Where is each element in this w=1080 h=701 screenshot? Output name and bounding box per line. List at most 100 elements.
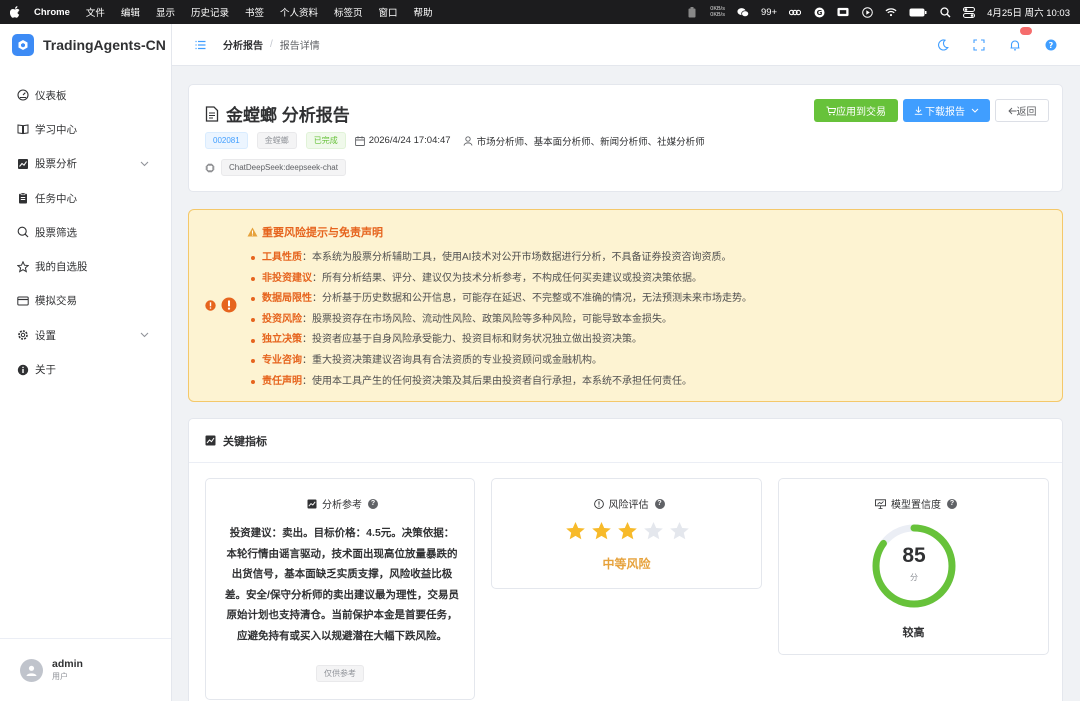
warning-circle-icon	[205, 299, 216, 311]
bullet	[251, 276, 255, 281]
status-badge: 已完成	[305, 132, 346, 149]
user-profile[interactable]: admin 用户	[0, 638, 171, 701]
risk-item-text: ：重大投资决策建议咨询具有合法资质的专业投资顾问或金融机构。	[302, 354, 602, 366]
menu-toggle-icon[interactable]	[195, 40, 206, 50]
sidebar-item-label: 任务中心	[35, 192, 77, 205]
gear-icon	[18, 330, 28, 341]
menu-window[interactable]: 窗口	[379, 5, 398, 19]
bullet	[251, 338, 255, 343]
risk-item-text: ：投资者应基于自身风险承受能力、投资目标和财务状况独立做出投资决策。	[302, 334, 642, 346]
control-center-icon[interactable]	[963, 6, 976, 18]
sidebar-item-stock-screener[interactable]: 股票筛选	[0, 215, 171, 249]
menu-file[interactable]: 文件	[86, 5, 105, 19]
risk-item-key: 数据局限性	[262, 293, 312, 305]
grammarly-icon[interactable]: G	[813, 7, 825, 17]
report-analysts-text: 市场分析师、基本面分析师、新闻分析师、社媒分析师	[476, 136, 705, 148]
fullscreen-icon[interactable]	[972, 38, 986, 52]
search-icon	[17, 226, 29, 238]
sidebar-item-about[interactable]: 关于	[0, 352, 171, 386]
key-metrics-header: 关键指标	[189, 419, 1062, 463]
cart-icon	[826, 106, 836, 115]
risk-item-key: 责任声明	[262, 375, 302, 387]
confidence-unit: 分	[910, 573, 918, 582]
clipboard-icon	[19, 192, 27, 204]
back-label: 返回	[1016, 107, 1037, 118]
network-speed: 0KB/s 0KB/s	[710, 6, 725, 18]
risk-item-key: 专业咨询	[262, 354, 302, 366]
menu-help[interactable]: 帮助	[414, 5, 433, 19]
help-circle-icon[interactable]: ?	[947, 498, 957, 509]
battery-icon[interactable]	[909, 7, 927, 17]
avatar[interactable]	[20, 658, 43, 682]
risk-item-key: 非投资建议	[262, 272, 312, 284]
sidebar-item-label: 仪表板	[35, 89, 67, 102]
risk-item-text: ：使用本工具产生的任何投资决策及其后果由投资者自行承担，本系统不承担任何责任。	[302, 375, 692, 387]
brand-title: TradingAgents-CN	[43, 37, 166, 53]
menu-history[interactable]: 历史记录	[191, 5, 229, 19]
apple-icon[interactable]	[10, 6, 20, 18]
help-circle-icon[interactable]: ?	[368, 498, 378, 509]
download-report-button[interactable]: 下载报告	[903, 99, 990, 122]
menubar-app-name[interactable]: Chrome	[34, 7, 70, 18]
link-icon[interactable]	[789, 7, 802, 17]
notification-bell-icon[interactable]	[1008, 27, 1032, 52]
risk-warning-icons	[205, 297, 237, 313]
sidebar-item-learning[interactable]: 学习中心	[0, 112, 171, 146]
sidebar-item-stock-analysis[interactable]: 股票分析	[0, 147, 171, 181]
play-icon[interactable]	[861, 6, 873, 18]
menu-view[interactable]: 显示	[156, 5, 175, 19]
report-meta: 002081 金螳螂 已完成 2026/4/24 17:04:47 市场分析师、…	[205, 132, 717, 149]
star-filled-icon	[592, 522, 611, 540]
sidebar-item-watchlist[interactable]: 我的自选股	[0, 249, 171, 283]
sidebar-item-paper-trading[interactable]: 模拟交易	[0, 284, 171, 318]
apply-to-trade-button[interactable]: 应用到交易	[814, 99, 898, 122]
sidebar-item-label: 模拟交易	[35, 295, 77, 308]
back-button[interactable]: 返回	[995, 99, 1049, 122]
battery-status-icon[interactable]	[686, 6, 698, 17]
wifi-icon[interactable]	[885, 7, 897, 17]
star-icon	[17, 260, 29, 273]
warning-circle-large-icon	[221, 297, 237, 313]
theme-toggle-moon-icon[interactable]	[936, 38, 950, 52]
user-icon	[463, 135, 473, 146]
risk-item-text: ：股票投资存在市场风险、流动性风险、政策风险等多种风险，可能导致本金损失。	[302, 313, 672, 325]
report-title-text: 金螳螂 分析报告	[226, 106, 350, 125]
card-icon	[17, 296, 29, 306]
star-empty-icon	[670, 522, 689, 540]
risk-item-text: ：分析基于历史数据和公开信息，可能存在延迟、不完整或不准确的情况，无法预测未来市…	[312, 293, 752, 305]
spotlight-search-icon[interactable]	[939, 6, 951, 17]
risk-assessment-panel: 风险评估 ? 中等风险	[491, 478, 762, 589]
system-menubar: Chrome 文件 编辑 显示 历史记录 书签 个人资料 标签页 窗口 帮助 0…	[0, 0, 1080, 24]
help-circle-icon[interactable]: ?	[654, 498, 665, 509]
menu-tabs[interactable]: 标签页	[334, 5, 363, 19]
analysis-reference-title: 分析参考 ?	[206, 496, 474, 511]
reference-only-tag: 仅供参考	[316, 665, 364, 682]
list-item: 投资风险 ：股票投资存在市场风险、流动性风险、政策风险等多种风险，可能导致本金损失…	[251, 310, 752, 331]
menubar-datetime[interactable]: 4月25日 周六 10:03	[987, 5, 1070, 19]
keyboard-icon[interactable]	[837, 7, 849, 17]
brand[interactable]: TradingAgents-CN	[0, 24, 171, 66]
menu-bookmarks[interactable]: 书签	[245, 5, 264, 19]
brand-logo-icon	[12, 34, 34, 56]
chart-icon	[18, 158, 28, 169]
star-empty-icon	[644, 522, 663, 540]
sidebar-item-settings[interactable]: 设置	[0, 318, 171, 352]
breadcrumb-parent[interactable]: 分析报告	[223, 37, 263, 52]
chevron-down-icon[interactable]	[140, 161, 149, 167]
report-datetime-text: 2026/4/24 17:04:47	[368, 135, 451, 146]
risk-item-key: 工具性质	[262, 252, 302, 263]
wechat-icon[interactable]	[737, 7, 749, 17]
sidebar-item-task-center[interactable]: 任务中心	[0, 181, 171, 215]
menu-profiles[interactable]: 个人资料	[280, 5, 318, 19]
notification-count[interactable]: 99+	[761, 7, 777, 18]
risk-item-key: 独立决策	[262, 334, 302, 346]
presentation-chart-icon	[875, 498, 886, 509]
key-metrics-card: 关键指标 分析参考 ? 投资建议：卖出。目标价格：4.5元。决策依据：本轮行情由…	[188, 418, 1063, 701]
risk-notice-title-text: 重要风险提示与免责声明	[262, 227, 383, 239]
download-icon	[914, 106, 923, 115]
risk-assessment-title-text: 风险评估	[608, 500, 649, 511]
help-icon[interactable]: ?	[1044, 38, 1058, 52]
chevron-down-icon[interactable]	[140, 332, 149, 338]
menu-edit[interactable]: 编辑	[121, 5, 140, 19]
sidebar-item-dashboard[interactable]: 仪表板	[0, 78, 171, 112]
